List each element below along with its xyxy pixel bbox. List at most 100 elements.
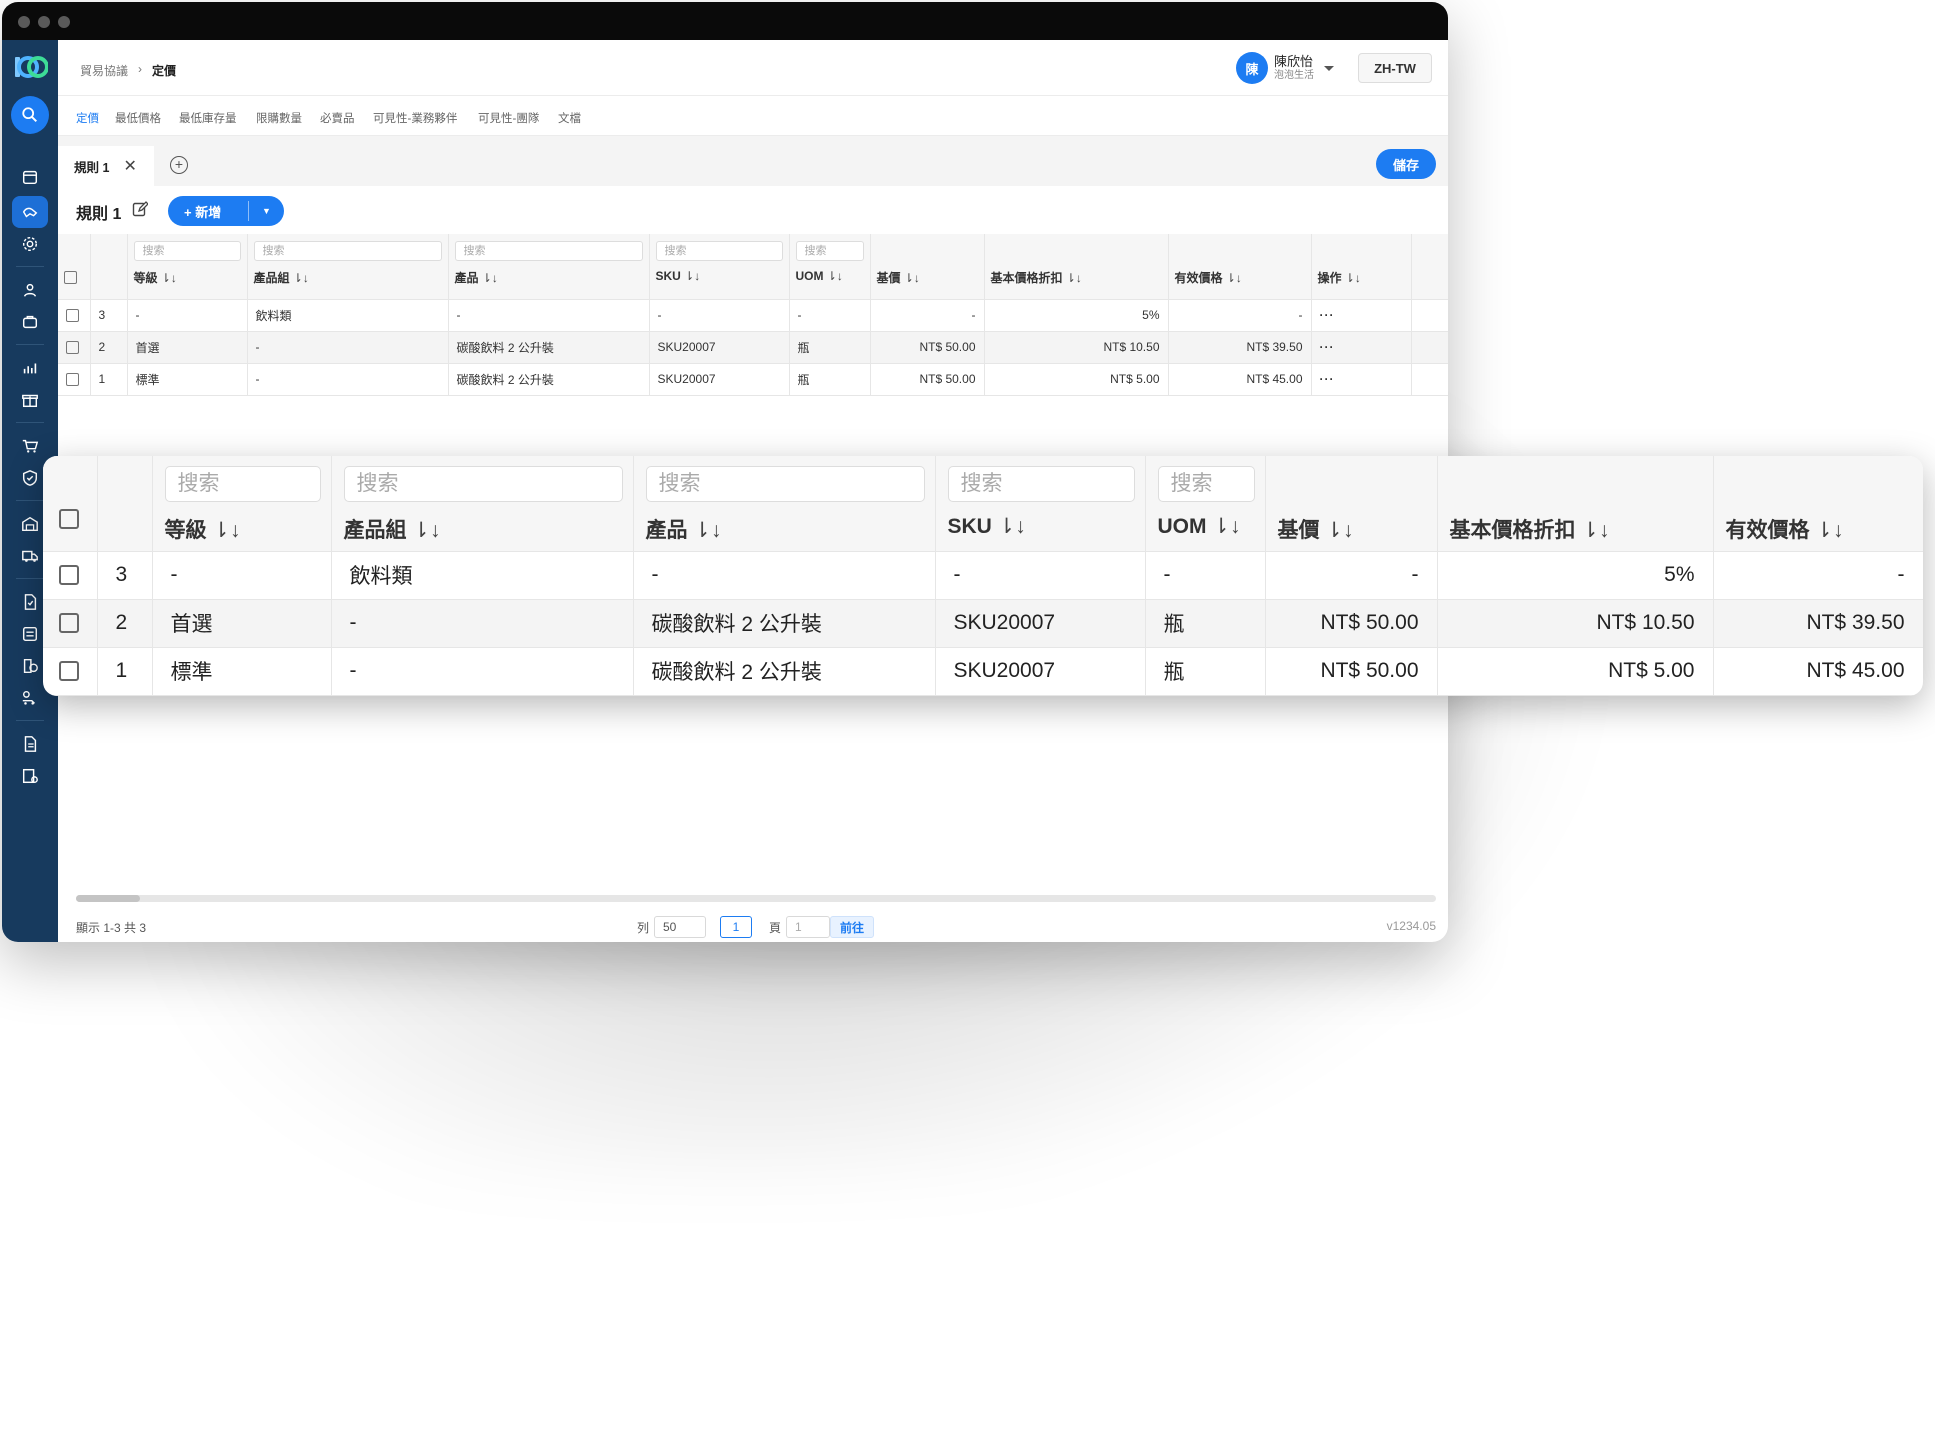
chevron-down-icon[interactable]: ▼ [249,206,284,216]
add-button[interactable]: + 新增 ▼ [168,196,284,226]
select-all-checkbox[interactable] [59,508,79,529]
close-icon[interactable]: ✕ [123,156,136,176]
sort-icon[interactable]: ⇂↓ [482,271,498,285]
row-checkbox[interactable] [66,341,79,355]
row-checkbox[interactable] [66,373,79,387]
tab-documents[interactable]: 文檔 [558,110,581,126]
table-row[interactable]: 1 標準 - 碳酸飲料 2 公升裝 SKU20007 瓶 NT$ 50.00 N… [58,363,1448,396]
horizontal-scrollbar[interactable] [76,895,1436,902]
cell-grade: - [152,551,332,600]
search-input[interactable]: 搜索 [454,241,643,261]
section-tabs: 定價 最低價格 最低庫存量 限購數量 必賣品 可見性-業務夥伴 可見性-團隊 文… [58,96,1448,136]
table-row[interactable]: 1 標準 - 碳酸飲料 2 公升裝 SKU20007 瓶 NT$ 50.00 N… [43,647,1923,696]
sort-icon[interactable]: ⇂↓ [1581,519,1609,542]
sort-icon[interactable]: ⇂↓ [161,271,177,285]
language-switcher[interactable]: ZH-TW [1358,53,1432,83]
rule-tab[interactable]: 規則 1 ✕ [58,146,154,186]
row-checkbox[interactable] [59,613,79,634]
search-input[interactable]: 搜索 [133,241,241,261]
report-settings-icon[interactable] [12,760,48,792]
search-input[interactable]: 搜索 [343,466,623,502]
search-input[interactable]: 搜索 [795,241,864,261]
row-checkbox[interactable] [59,661,79,682]
tab-must-sell[interactable]: 必賣品 [320,110,355,126]
tab-visibility-team[interactable]: 可見性-團隊 [478,110,539,126]
tab-min-stock[interactable]: 最低庫存量 [179,110,237,126]
cell-product: - [633,551,936,600]
brand-logo-icon[interactable] [14,54,48,80]
user-icon[interactable] [12,274,48,306]
tab-visibility-partner[interactable]: 可見性-業務夥伴 [373,110,457,126]
search-input[interactable]: 搜索 [655,241,783,261]
more-actions-icon[interactable]: ··· [1311,363,1412,396]
search-input[interactable]: 搜索 [947,466,1135,502]
table-row[interactable]: 2 首選 - 碳酸飲料 2 公升裝 SKU20007 瓶 NT$ 50.00 N… [43,599,1923,648]
column-header: 有效價格 [1174,271,1223,285]
briefcase-icon[interactable] [12,306,48,338]
add-tab-icon[interactable]: + [170,156,188,174]
cell-product-group: 飲料類 [331,551,634,600]
goto-page-button[interactable]: 前往 [830,916,874,938]
window-maximize-dot[interactable] [58,16,70,28]
column-header: UOM [1157,515,1207,538]
select-all-checkbox[interactable] [64,271,77,285]
avatar[interactable]: 陳 [1236,52,1268,84]
sort-icon[interactable]: ⇂↓ [693,519,721,542]
sort-icon[interactable]: ⇂↓ [1212,515,1240,538]
sort-icon[interactable]: ⇂↓ [684,269,700,283]
sort-icon[interactable]: ⇂↓ [412,519,440,542]
goto-page-input[interactable]: 1 [786,916,830,938]
rows-per-page-select[interactable]: 50 [654,916,706,938]
cell-uom: - [789,299,871,332]
more-actions-icon[interactable]: ··· [1311,299,1412,332]
gift-icon[interactable] [12,384,48,416]
cell-product: 碳酸飲料 2 公升裝 [633,647,936,696]
cell-base-price: NT$ 50.00 [1265,647,1438,696]
version-label: v1234.05 [1386,919,1436,933]
table-row[interactable]: 3 - 飲料類 - - - - 5% - [43,551,1923,600]
window-close-dot[interactable] [18,16,30,28]
table-header-row: 搜索 等級 ⇂↓ 搜索 產品組 ⇂↓ 搜索 產品 ⇂↓ 搜索 SKU ⇂↓ 搜索 UOM … [43,456,1923,552]
cell-effective-price: NT$ 45.00 [1713,647,1923,696]
window-minimize-dot[interactable] [38,16,50,28]
sort-icon[interactable]: ⇂↓ [212,519,240,542]
table-row[interactable]: 2 首選 - 碳酸飲料 2 公升裝 SKU20007 瓶 NT$ 50.00 N… [58,331,1448,364]
trade-agreement-icon[interactable] [12,196,48,228]
rule-title: 規則 1 [76,206,122,223]
save-button[interactable]: 儲存 [1376,149,1436,179]
sort-icon[interactable]: ⇂↓ [1815,519,1843,542]
scrollbar-thumb[interactable] [76,895,140,902]
sort-icon[interactable]: ⇂↓ [998,515,1026,538]
tab-purchase-limit[interactable]: 限購數量 [256,110,302,126]
sort-icon[interactable]: ⇂↓ [1066,271,1082,285]
sort-icon[interactable]: ⇂↓ [293,271,309,285]
search-input[interactable]: 搜索 [645,466,925,502]
user-menu[interactable]: 陳 陳欣怡 泡泡生活 [1236,52,1334,84]
row-checkbox[interactable] [59,565,79,586]
search-input[interactable]: 搜索 [253,241,442,261]
row-checkbox[interactable] [66,309,79,323]
breadcrumb-parent[interactable]: 貿易協議 [80,62,128,79]
sort-icon[interactable]: ⇂↓ [1226,271,1242,285]
table-row[interactable]: 3 - 飲料類 - - - - 5% - ··· [58,299,1448,332]
sort-icon[interactable]: ⇂↓ [827,269,843,283]
sort-icon[interactable]: ⇂↓ [1325,519,1353,542]
column-header: SKU [947,515,992,538]
analytics-icon[interactable] [12,352,48,384]
settings-gear-icon[interactable] [12,228,48,260]
search-input[interactable]: 搜索 [1157,466,1255,502]
tab-pricing[interactable]: 定價 [76,110,99,126]
file-icon[interactable] [12,728,48,760]
page-current-button[interactable]: 1 [720,916,752,938]
search-input[interactable]: 搜索 [164,466,321,502]
more-actions-icon[interactable]: ··· [1311,331,1412,364]
tab-min-price[interactable]: 最低價格 [115,110,161,126]
caret-down-icon[interactable] [1324,65,1334,71]
cell-effective-price: NT$ 45.00 [1168,363,1312,396]
sort-icon[interactable]: ⇂↓ [1345,271,1361,285]
inbox-icon[interactable] [12,161,48,193]
sort-icon[interactable]: ⇂↓ [904,271,920,285]
search-icon[interactable] [11,96,49,134]
edit-icon[interactable] [132,201,148,217]
cell-uom: 瓶 [789,331,871,364]
